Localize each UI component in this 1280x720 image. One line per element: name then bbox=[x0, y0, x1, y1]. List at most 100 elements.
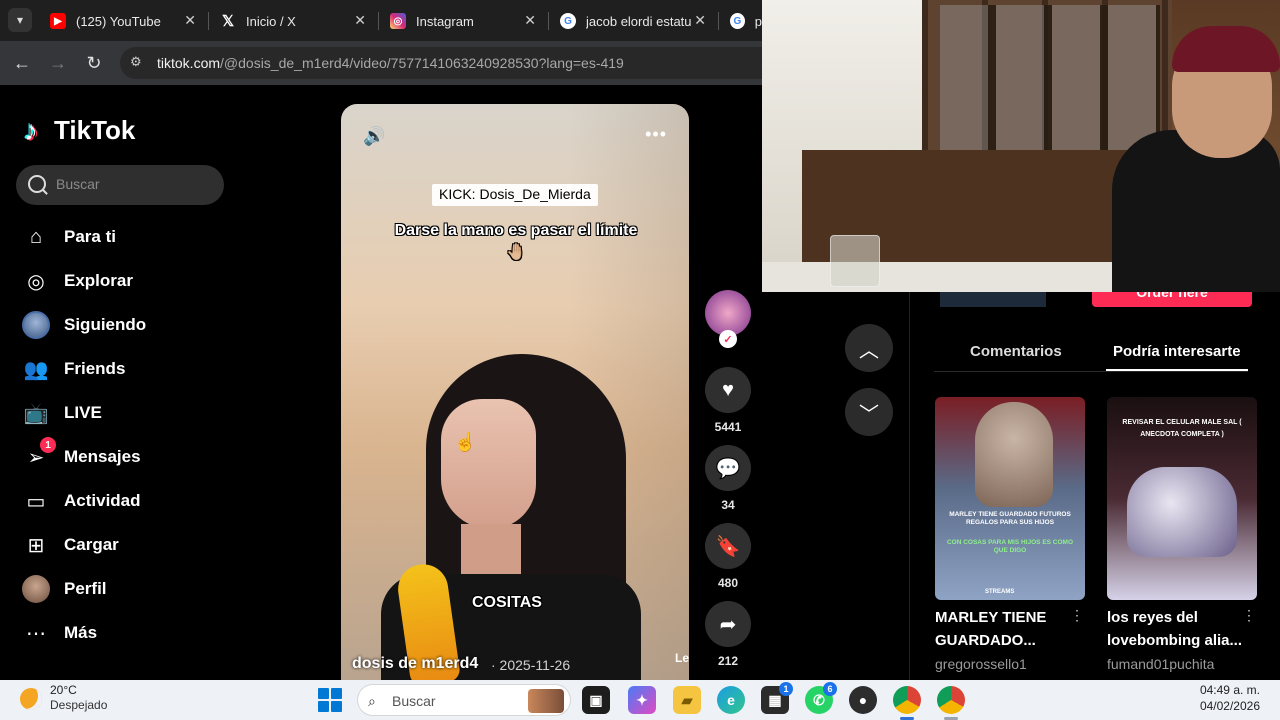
tab-label: Instagram bbox=[416, 13, 474, 29]
next-video-button[interactable]: ﹀ bbox=[845, 388, 893, 436]
following-check-icon[interactable]: ✓ bbox=[719, 330, 737, 348]
screen: { "browser": { "tabs": [ {"label": "(125… bbox=[0, 0, 1280, 720]
taskbar-chrome-icon[interactable] bbox=[893, 686, 921, 714]
recommendation-thumbnail[interactable]: MARLEY TIENE GUARDADO FUTUROS REGALOS PA… bbox=[935, 397, 1085, 600]
sidebar-item-label: Para ti bbox=[64, 227, 116, 246]
share-button[interactable]: ➦ bbox=[705, 601, 751, 647]
sidebar-item-mensajes[interactable]: ➢ 1 Mensajes bbox=[22, 437, 222, 473]
sidebar-item-para-ti[interactable]: ⌂ Para ti bbox=[22, 221, 222, 253]
tab-youtube[interactable]: ▶ (125) YouTube ✕ bbox=[40, 6, 208, 36]
sidebar-item-label: Perfil bbox=[64, 579, 107, 598]
tiktok-note-icon: ♪ bbox=[24, 114, 38, 146]
whatsapp-badge: 6 bbox=[823, 682, 837, 696]
sidebar-item-siguiendo[interactable]: Siguiendo bbox=[22, 309, 222, 341]
taskbar-clock-date[interactable]: 04/02/2026 bbox=[1200, 699, 1260, 713]
comment-count: 34 bbox=[721, 498, 735, 512]
taskbar-edge-icon[interactable]: e bbox=[717, 686, 745, 714]
taskbar-search[interactable]: ⌕ Buscar bbox=[357, 684, 571, 716]
sidebar-item-actividad[interactable]: ▭ Actividad bbox=[22, 485, 222, 517]
taskbar-copilot-icon[interactable]: ✦ bbox=[628, 686, 656, 714]
like-button[interactable]: ♥ bbox=[705, 367, 751, 413]
more-options-icon[interactable]: ⋮ bbox=[1242, 607, 1256, 624]
sidebar-item-live[interactable]: 📺 LIVE bbox=[22, 397, 222, 429]
search-placeholder: Buscar bbox=[56, 176, 100, 192]
taskbar-task-view-icon[interactable]: ▣ bbox=[582, 686, 610, 714]
url-domain: tiktok.com bbox=[157, 55, 221, 71]
windows-start-button[interactable] bbox=[318, 688, 342, 712]
taskbar-chrome-profile-icon[interactable] bbox=[937, 686, 965, 714]
video-player[interactable]: 🔊 ••• KICK: Dosis_De_Mierda Darse la man… bbox=[341, 104, 689, 680]
close-tab-icon[interactable]: ✕ bbox=[354, 12, 366, 29]
close-tab-icon[interactable]: ✕ bbox=[184, 12, 196, 29]
compass-icon: ◎ bbox=[27, 270, 45, 293]
sidebar-item-label: Más bbox=[64, 623, 98, 642]
tab-podria-interesarte[interactable]: Podría interesarte bbox=[1113, 343, 1241, 360]
sidebar-item-label: Explorar bbox=[64, 271, 133, 290]
google-icon: G bbox=[560, 13, 576, 29]
volume-icon[interactable]: 🔊 bbox=[363, 126, 385, 147]
kick-label: KICK: Dosis_De_Mierda bbox=[432, 184, 598, 206]
recommendation-author[interactable]: fumand01puchita bbox=[1107, 656, 1214, 672]
more-options-icon[interactable]: ⋮ bbox=[1070, 607, 1084, 624]
taskbar-file-explorer-icon[interactable]: ▰ bbox=[673, 686, 701, 714]
video-caption: Darse la mano es pasar el límite🤚🏼 bbox=[394, 222, 638, 261]
site-settings-icon[interactable]: ⚙ bbox=[130, 54, 148, 72]
tab-instagram[interactable]: ◎ Instagram ✕ bbox=[380, 6, 548, 36]
heart-icon: ♥ bbox=[722, 378, 734, 401]
url-path: /@dosis_de_m1erd4/video/7577141063240928… bbox=[220, 55, 624, 71]
sidebar-item-perfil[interactable]: Perfil bbox=[22, 573, 222, 605]
tab-divider bbox=[208, 12, 209, 30]
sidebar-item-label: Mensajes bbox=[64, 447, 141, 466]
upload-icon: ⊞ bbox=[27, 534, 45, 557]
search-input[interactable]: Buscar bbox=[16, 165, 224, 205]
sidebar-item-label: Actividad bbox=[64, 491, 141, 510]
save-button[interactable]: 🔖 bbox=[705, 523, 751, 569]
thumbnail-subcaption: CON COSAS PARA MIS HIJOS ES COMO QUE DIG… bbox=[946, 539, 1074, 554]
tab-divider bbox=[548, 12, 549, 30]
x-icon: 𝕏 bbox=[220, 13, 236, 30]
recommendation-author[interactable]: gregorossello1 bbox=[935, 656, 1027, 672]
tab-comentarios[interactable]: Comentarios bbox=[970, 343, 1062, 360]
address-bar[interactable]: ⚙ tiktok.com/@dosis_de_m1erd4/video/7577… bbox=[120, 47, 820, 79]
tiktok-logo[interactable]: ♪ TikTok bbox=[24, 115, 135, 146]
hand-cursor-icon: ☝ bbox=[454, 432, 477, 452]
recommendation-thumbnail[interactable]: REVISAR EL CELULAR MALE SAL ( ANECDOTA C… bbox=[1107, 397, 1257, 600]
sidebar-item-explorar[interactable]: ◎ Explorar bbox=[22, 265, 222, 297]
video-author[interactable]: dosis de m1erd4 bbox=[352, 655, 478, 673]
forward-button[interactable]: → bbox=[46, 51, 70, 75]
taskbar-store-icon[interactable]: ▦ 1 bbox=[761, 682, 793, 714]
search-icon bbox=[28, 175, 46, 193]
weather-moon-icon[interactable] bbox=[20, 688, 42, 710]
previous-video-button[interactable]: ︿ bbox=[845, 324, 893, 372]
close-tab-icon[interactable]: ✕ bbox=[524, 12, 536, 29]
windows-taskbar: 20°C Despejado ⌕ Buscar ▣ ✦ ▰ e ▦ 1 ✆ 6 ● … bbox=[0, 680, 1280, 720]
recommendation-title[interactable]: los reyes del lovebombing alia... bbox=[1107, 606, 1247, 652]
reload-button[interactable]: ↻ bbox=[82, 51, 106, 75]
profile-avatar bbox=[22, 575, 50, 603]
back-button[interactable]: ← bbox=[10, 51, 34, 75]
thumbnail-people bbox=[1127, 467, 1237, 557]
tab-label: p bbox=[754, 13, 762, 29]
sidebar-item-label: Friends bbox=[64, 359, 126, 378]
tab-search-button[interactable]: ▾ bbox=[8, 8, 32, 32]
sidebar-item-cargar[interactable]: ⊞ Cargar bbox=[22, 529, 222, 561]
comment-button[interactable]: 💬 bbox=[705, 445, 751, 491]
tab-google-search[interactable]: G jacob elordi estatu ✕ bbox=[550, 6, 718, 36]
taskbar-obs-icon[interactable]: ● bbox=[849, 686, 877, 714]
video-more-link[interactable]: Le bbox=[675, 651, 689, 665]
sidebar-item-mas[interactable]: ⋯ Más bbox=[22, 617, 222, 649]
video-more-options-icon[interactable]: ••• bbox=[645, 124, 667, 145]
recommendation-title[interactable]: MARLEY TIENE GUARDADO... bbox=[935, 606, 1075, 652]
tab-x[interactable]: 𝕏 Inicio / X ✕ bbox=[210, 6, 378, 36]
logo-text: TikTok bbox=[54, 115, 136, 145]
store-badge: 1 bbox=[779, 682, 793, 696]
tab-divider bbox=[378, 12, 379, 30]
save-count: 480 bbox=[717, 576, 739, 590]
close-tab-icon[interactable]: ✕ bbox=[694, 12, 706, 29]
taskbar-clock-time[interactable]: 04:49 a. m. bbox=[1200, 683, 1260, 697]
google-icon: G bbox=[730, 13, 745, 29]
sidebar-item-friends[interactable]: 👥 Friends bbox=[22, 353, 222, 385]
tab-google-search-2[interactable]: G p bbox=[720, 6, 762, 36]
taskbar-whatsapp-icon[interactable]: ✆ 6 bbox=[805, 682, 837, 714]
messages-icon: ➢ 1 bbox=[22, 437, 56, 471]
